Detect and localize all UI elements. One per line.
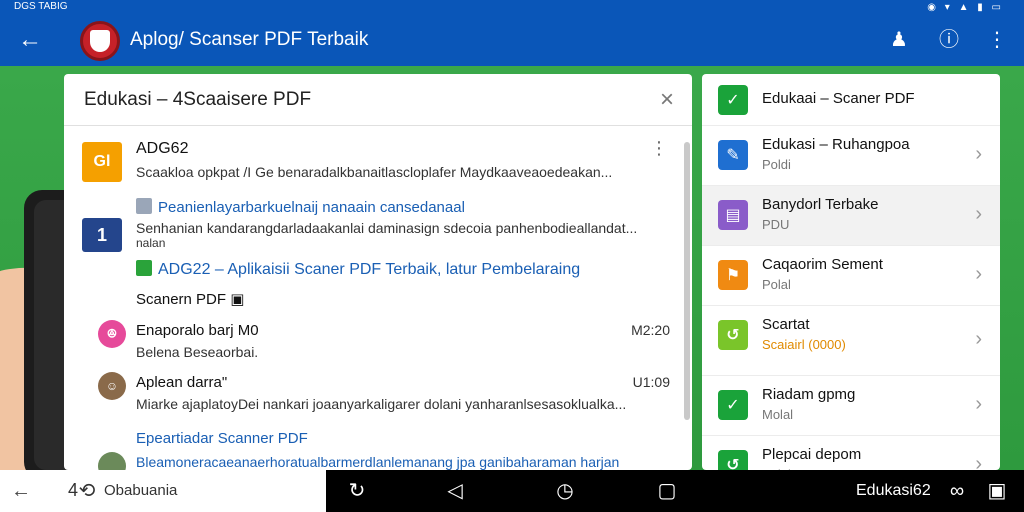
app-logo <box>80 21 120 61</box>
refresh-icon[interactable]: ↻ <box>344 478 370 504</box>
avatar <box>98 452 126 470</box>
category-title: Banydorl Terbake <box>762 196 879 213</box>
category-card: ✓ Edukaai – Scaner PDF ✎ Edukasi – Ruhangpo… <box>702 74 1000 470</box>
more-icon[interactable]: ⋮ <box>650 138 668 159</box>
item-title: Aplean darra" <box>136 374 228 391</box>
category-title: Scartat <box>762 316 810 333</box>
chevron-right-icon[interactable]: › <box>975 328 982 351</box>
info-icon[interactable]: ⓘ <box>936 27 962 53</box>
item-link-text: Peanienlayarbarkuelnaij nanaain cansedan… <box>158 199 465 216</box>
status-bar: DGS TABIG ◉ ▾ ▲ ▮ ▭ <box>0 0 1024 14</box>
bottom-right-text: Edukasi62 <box>856 482 931 499</box>
status-icons: ◉ ▾ ▲ ▮ ▭ <box>927 2 1004 13</box>
item-text-secondary: nalan <box>136 236 166 250</box>
category-title: Caqaorim Sement <box>762 256 883 273</box>
app-title: Aplog/ Scanser PDF Terbaik <box>130 29 369 50</box>
chevron-right-icon[interactable]: › <box>975 453 982 470</box>
category-row[interactable]: ⚑ Caqaorim Sement Polal › <box>702 246 1000 306</box>
close-icon[interactable]: × <box>660 86 674 114</box>
list-item[interactable]: Scanern PDF ▣ <box>64 290 692 312</box>
list-item-link[interactable]: Peanienlayarbarkuelnaij nanaain cansedan… <box>64 198 692 220</box>
item-text: Senhanian kandarangdarladaakanlai damina… <box>136 220 638 236</box>
back-triangle-icon[interactable]: ◁ <box>442 478 468 504</box>
status-text: DGS TABIG <box>14 1 68 12</box>
category-row[interactable]: ✎ Edukasi – Ruhangpoa Poldi › <box>702 126 1000 186</box>
item-link[interactable]: Epeartiadar Scanner PDF <box>136 430 308 447</box>
category-row[interactable]: ↺ Scartat Scaiairl (0000) › <box>702 306 1000 376</box>
app-bar: ← Aplog/ Scanser PDF Terbaik ♟ ⓘ ⋮ <box>0 14 1024 66</box>
avatar: ꔮ <box>98 320 126 348</box>
item-link-text: ADG22 – Aplikaisii Scaner PDF Terbaik, l… <box>158 261 581 278</box>
item-link[interactable]: Peanienlayarbarkuelnaij nanaain cansedan… <box>136 198 465 216</box>
card-title: Edukasi – 4Scaaisere PDF <box>84 89 312 110</box>
item-title: ADG62 <box>136 140 189 157</box>
list-item-link[interactable]: ADG22 – Aplikaisii Scaner PDF Terbaik, l… <box>64 260 692 282</box>
sheet-icon <box>136 260 152 276</box>
item-link[interactable]: ADG22 – Aplikaisii Scaner PDF Terbaik, l… <box>136 260 580 279</box>
document-icon <box>136 198 152 214</box>
item-time: M2:20 <box>631 322 670 338</box>
item-text: Miarke ajaplatoyDei nankari joaanyarkali… <box>136 396 627 412</box>
category-icon: ⚑ <box>718 260 748 290</box>
home-icon[interactable]: ◷ <box>552 478 578 504</box>
category-title: Riadam gpmg <box>762 386 856 403</box>
category-row[interactable]: ✓ Edukaai – Scaner PDF <box>702 74 1000 126</box>
shield-icon <box>90 30 110 52</box>
category-row[interactable]: ↺Plepcai depomPolal› <box>702 436 1000 470</box>
category-icon: ▤ <box>718 200 748 230</box>
list-item[interactable]: Gl ADG62 ⋮ Scaakloa opkpat /I Ge benarad… <box>64 136 692 192</box>
recents-icon[interactable]: ▢ <box>654 478 680 504</box>
bottom-left-text: Obabuania <box>104 482 178 499</box>
square-icon[interactable]: ▣ <box>984 478 1010 504</box>
item-text: Scaakloa opkpat /I Ge benaradalkbanaitla… <box>136 164 613 180</box>
category-icon: ✓ <box>718 85 748 115</box>
category-subtitle: Poldi <box>762 157 791 172</box>
app-badge-icon: Gl <box>82 142 122 182</box>
category-subtitle: Scaiairl (0000) <box>762 337 846 352</box>
number-badge-icon: 1 <box>82 218 122 252</box>
navigation-bar: ← 4 ⟲ Obabuania ↻ ◁ ◷ ▢ Edukasi62 ∞ ▣ <box>0 470 1024 512</box>
chevron-right-icon[interactable]: › <box>975 263 982 286</box>
category-title: Edukaai – Scaner PDF <box>762 90 915 107</box>
history-icon[interactable]: ⟲ <box>74 478 100 504</box>
list-item[interactable]: Epeartiadar Scanner PDF Bleamoneracaeana… <box>64 430 692 470</box>
category-title: Plepcai depom <box>762 446 862 463</box>
item-title: Enaporalo barj M0 <box>136 322 259 339</box>
back-icon[interactable]: ← <box>8 478 34 504</box>
back-button[interactable]: ← <box>18 26 42 54</box>
link-icon[interactable]: ∞ <box>944 478 970 504</box>
category-subtitle: Molal <box>762 407 794 422</box>
card-header: Edukasi – 4Scaaisere PDF × <box>64 74 692 126</box>
item-time: U1:09 <box>632 374 670 390</box>
category-row[interactable]: ▤ Banydorl Terbake PDU › <box>702 186 1000 246</box>
category-title: Edukasi – Ruhangpoa <box>762 136 910 153</box>
category-icon: ✎ <box>718 140 748 170</box>
chevron-right-icon[interactable]: › <box>975 203 982 226</box>
chevron-right-icon[interactable]: › <box>975 393 982 416</box>
item-link-secondary[interactable]: Bleamoneracaeanaerhoratualbarmerdlanlema… <box>136 454 670 470</box>
list-item[interactable]: 1 Senhanian kandarangdarladaakanlai dami… <box>64 218 692 260</box>
bottom-left-panel: ← 4 ⟲ Obabuania <box>0 470 326 512</box>
item-title: Scanern PDF ▣ <box>136 291 245 308</box>
category-subtitle: PDU <box>762 217 790 232</box>
avatar: ☺ <box>98 372 126 400</box>
list-item[interactable]: ☺ Aplean darra" U1:09 Miarke ajaplatoyDe… <box>64 372 692 418</box>
category-subtitle: Polal <box>762 277 791 292</box>
chevron-right-icon[interactable]: › <box>975 143 982 166</box>
item-text: Belena Beseaorbai. <box>136 344 259 360</box>
list-item[interactable]: ꔮ Enaporalo barj M0 M2:20 Belena Beseaor… <box>64 320 692 366</box>
category-icon: ↺ <box>718 450 748 470</box>
notes-card: Edukasi – 4Scaaisere PDF × Gl ADG62 ⋮ Sc… <box>64 74 692 470</box>
category-icon: ↺ <box>718 320 748 350</box>
person-icon[interactable]: ♟ <box>886 27 912 53</box>
category-icon: ✓ <box>718 390 748 420</box>
category-row[interactable]: ✓ Riadam gpmg Molal › <box>702 376 1000 436</box>
more-icon[interactable]: ⋮ <box>984 27 1010 53</box>
